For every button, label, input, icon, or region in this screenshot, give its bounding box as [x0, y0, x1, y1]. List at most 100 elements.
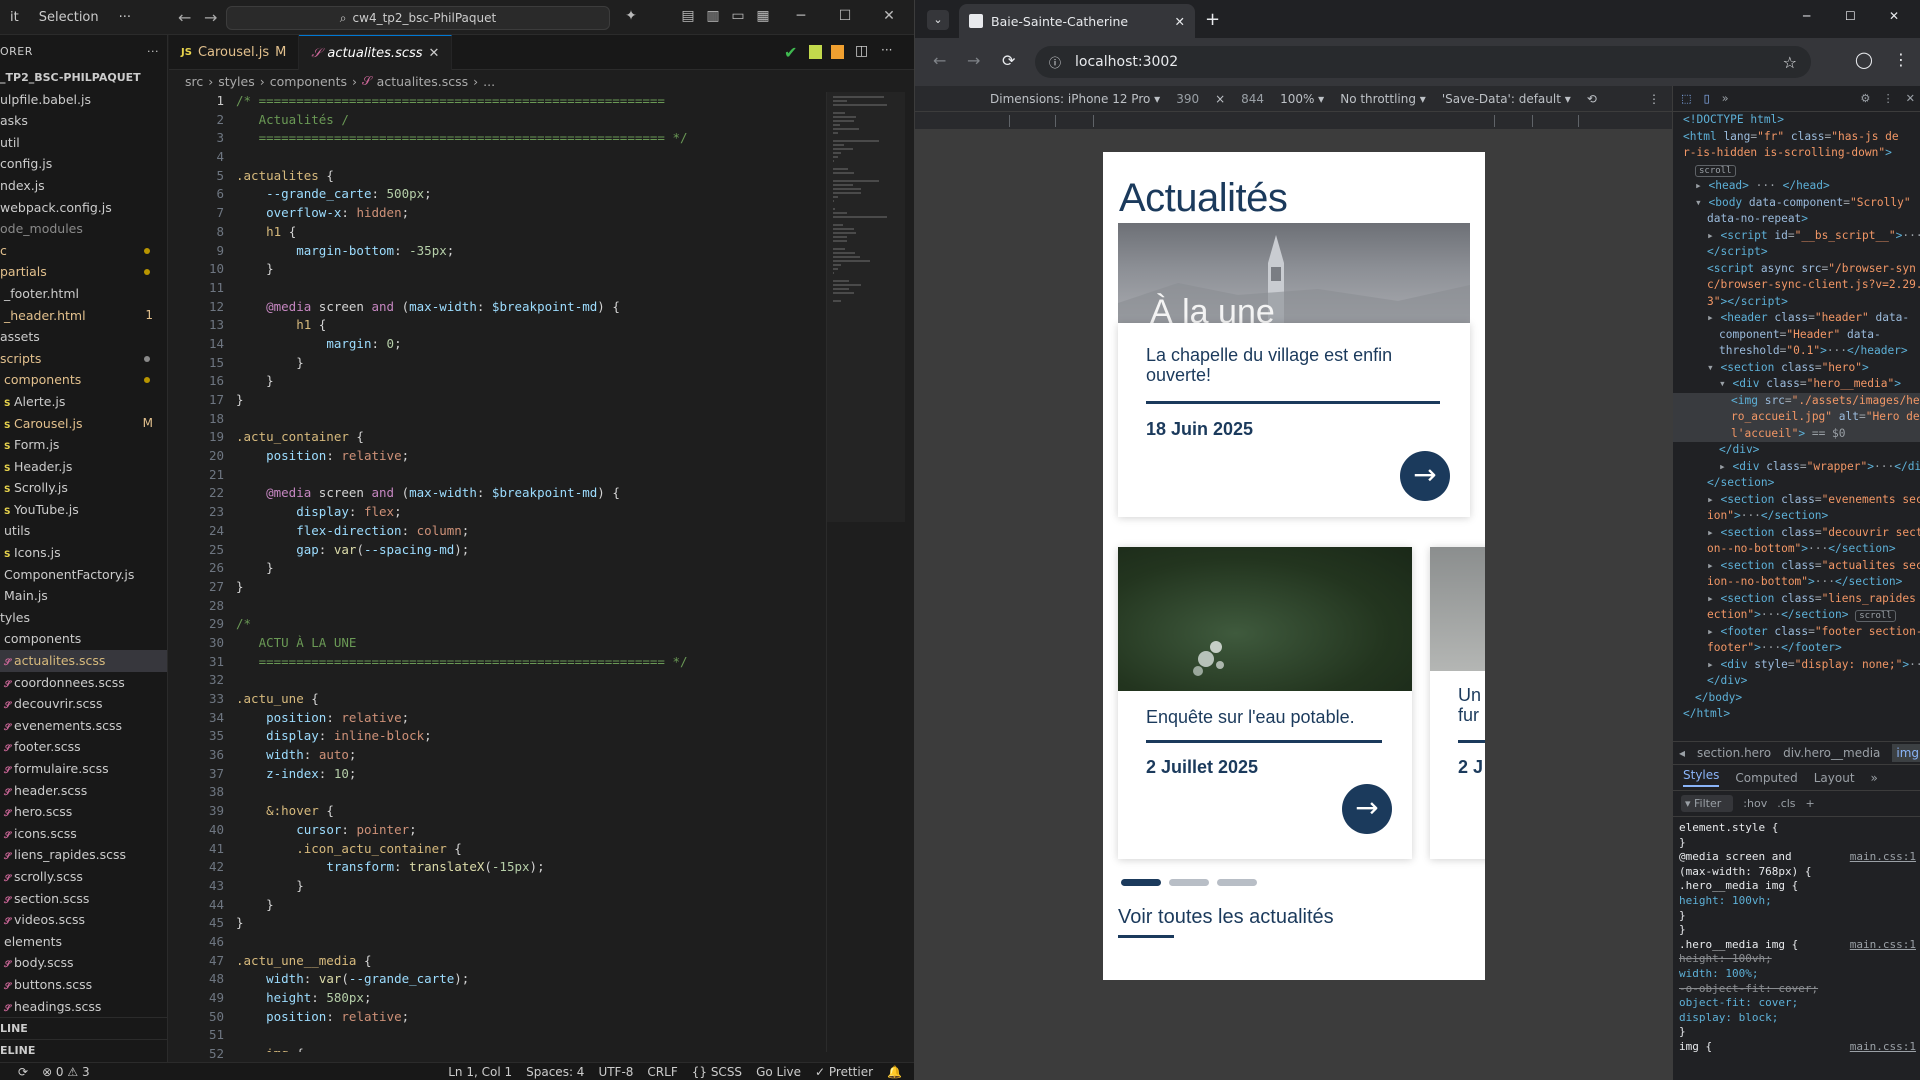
code-line[interactable] [236, 410, 826, 429]
code-line[interactable]: } [236, 578, 826, 597]
tree-item[interactable]: S YouTube.js [0, 499, 167, 521]
dom-node[interactable]: <!DOCTYPE html> [1673, 112, 1920, 129]
breadcrumb-item[interactable]: components [270, 74, 347, 89]
tree-item[interactable]: 𝒮icons.scss [0, 823, 167, 845]
cursor-position[interactable]: Ln 1, Col 1 [441, 1065, 519, 1079]
breadcrumb-item[interactable]: src [185, 74, 203, 89]
carousel-dot[interactable] [1169, 879, 1209, 886]
code-editor[interactable]: /* =====================================… [236, 92, 826, 1052]
style-rule-line[interactable]: main.css:1 .hero__media img { [1679, 938, 1916, 953]
dom-node[interactable]: ▸ <div class="wrapper">···</div> [1673, 459, 1920, 476]
tree-item[interactable]: asks [0, 110, 167, 132]
featured-news-card[interactable]: La chapelle du village est enfin ouverte… [1118, 323, 1470, 517]
code-line[interactable]: h1 { [236, 316, 826, 335]
code-line[interactable]: } [236, 896, 826, 915]
code-line[interactable]: width: auto; [236, 746, 826, 765]
tree-item[interactable]: 𝒮scrolly.scss [0, 866, 167, 888]
dom-node[interactable]: <html lang="fr" class="has-js de [1673, 129, 1920, 146]
code-line[interactable]: .actu_container { [236, 428, 826, 447]
tab-computed[interactable]: Computed [1735, 771, 1797, 785]
device-toggle-icon[interactable]: ▯ [1704, 92, 1710, 105]
style-rule-line[interactable]: (max-width: 768px) { [1679, 865, 1916, 880]
code-line[interactable]: @media screen and (max-width: $breakpoin… [236, 484, 826, 503]
dom-node[interactable]: l'accueil"> == $0 [1673, 425, 1920, 442]
tree-item[interactable]: 𝒮hero.scss [0, 801, 167, 823]
code-line[interactable] [236, 466, 826, 485]
code-line[interactable]: .actu_une__media { [236, 952, 826, 971]
style-rule-line[interactable]: } [1679, 1025, 1916, 1040]
code-line[interactable]: margin-bottom: -35px; [236, 242, 826, 261]
styles-pane[interactable]: element.style {} main.css:1 @media screen … [1673, 817, 1920, 1080]
code-line[interactable]: /* [236, 615, 826, 634]
chrome-menu-icon[interactable]: ⋮ [1893, 50, 1909, 69]
minimize-icon[interactable]: ─ [1803, 9, 1810, 23]
tree-item[interactable]: S Icons.js [0, 542, 167, 564]
dom-node[interactable]: </div> [1673, 442, 1920, 459]
dom-crumb-item-active[interactable]: img [1892, 744, 1920, 762]
rotate-icon[interactable]: ⟲ [1587, 92, 1597, 106]
stylesheet-source-link[interactable]: main.css:1 [1850, 850, 1916, 865]
code-line[interactable]: overflow-x: hidden; [236, 204, 826, 223]
code-line[interactable]: width: var(--grande_carte); [236, 970, 826, 989]
copilot-icon[interactable]: ✦ [622, 7, 640, 25]
dom-node[interactable]: scroll [1673, 162, 1920, 179]
tree-item[interactable]: S Alerte.js [0, 391, 167, 413]
code-line[interactable]: position: relative; [236, 709, 826, 728]
tree-item[interactable]: S Scrolly.js [0, 477, 167, 499]
bookmark-star-icon[interactable]: ☆ [1783, 53, 1797, 72]
style-rule-line[interactable]: height: 100vh; [1679, 952, 1916, 967]
dom-node[interactable]: ▸ <footer class="footer section-- [1673, 624, 1920, 641]
new-tab-icon[interactable]: + [1205, 9, 1220, 30]
tree-item[interactable]: S Form.js [0, 434, 167, 456]
dom-node[interactable]: r-is-hidden is-scrolling-down"> [1673, 145, 1920, 162]
command-center-search[interactable]: ⌕ cw4_tp2_bsc-PhilPaquet [226, 6, 610, 30]
tree-item[interactable]: ode_modules [0, 218, 167, 240]
code-line[interactable]: cursor: pointer; [236, 821, 826, 840]
code-line[interactable]: display: flex; [236, 503, 826, 522]
tab-layout[interactable]: Layout [1814, 771, 1855, 785]
dom-node[interactable]: ion--no-bottom">···</section> [1673, 574, 1920, 591]
tree-item[interactable]: 𝒮liens_rapides.scss [0, 844, 167, 866]
code-line[interactable]: .actu_une { [236, 690, 826, 709]
code-line[interactable]: .actualites { [236, 167, 826, 186]
dom-node[interactable]: ▸ <section class="actualites sect [1673, 558, 1920, 575]
elements-tree[interactable]: <!DOCTYPE html> <html lang="fr" class="ha… [1673, 112, 1920, 723]
encoding[interactable]: UTF-8 [591, 1065, 640, 1079]
menu-item-more[interactable]: ··· [109, 0, 141, 35]
code-line[interactable]: } [236, 559, 826, 578]
tree-item[interactable]: partials [0, 261, 167, 283]
devtools-menu-icon[interactable]: ⋮ [1882, 92, 1893, 105]
split-editor-icon[interactable]: ◫ [855, 43, 868, 59]
menu-item-selection[interactable]: Selection [29, 0, 109, 35]
read-more-arrow-icon[interactable]: → [1400, 451, 1450, 501]
dom-node[interactable]: ion">···</section> [1673, 508, 1920, 525]
style-rule-line[interactable]: .hero__media img { [1679, 879, 1916, 894]
style-rule-line[interactable]: main.css:1 img { [1679, 1040, 1916, 1055]
tree-item[interactable]: 𝒮formulaire.scss [0, 758, 167, 780]
language-mode[interactable]: {} SCSS [685, 1065, 749, 1079]
code-line[interactable]: position: relative; [236, 1008, 826, 1027]
tree-item[interactable]: components [0, 628, 167, 650]
address-bar[interactable]: ⓘ localhost:3002 ☆ [1035, 46, 1811, 78]
dom-node[interactable]: on--no-bottom">···</section> [1673, 541, 1920, 558]
code-line[interactable]: ========================================… [236, 653, 826, 672]
dom-node[interactable]: data-no-repeat> [1673, 211, 1920, 228]
style-rule-line[interactable]: } [1679, 909, 1916, 924]
tree-item[interactable]: utils [0, 520, 167, 542]
indentation[interactable]: Spaces: 4 [519, 1065, 591, 1079]
code-line[interactable]: } [236, 877, 826, 896]
carousel-dot-active[interactable] [1121, 879, 1161, 886]
dom-node[interactable]: threshold="0.1">···</header> [1673, 343, 1920, 360]
code-line[interactable]: flex-direction: column; [236, 522, 826, 541]
code-line[interactable] [236, 148, 826, 167]
tab-carousel-js[interactable]: JS Carousel.js M [169, 35, 300, 70]
dom-node[interactable]: ▸ <head> ··· </head> [1673, 178, 1920, 195]
tree-item[interactable]: 𝒮evenements.scss [0, 715, 167, 737]
more-tabs-icon[interactable]: » [1722, 92, 1729, 105]
dom-node[interactable]: </section> [1673, 475, 1920, 492]
tree-item[interactable]: assets [0, 326, 167, 348]
back-arrow-icon[interactable]: ← [933, 51, 946, 70]
tree-item[interactable]: _header.html 1 [0, 305, 167, 327]
dom-node[interactable]: </div> [1673, 673, 1920, 690]
throttling-select[interactable]: No throttling ▾ [1340, 92, 1426, 106]
